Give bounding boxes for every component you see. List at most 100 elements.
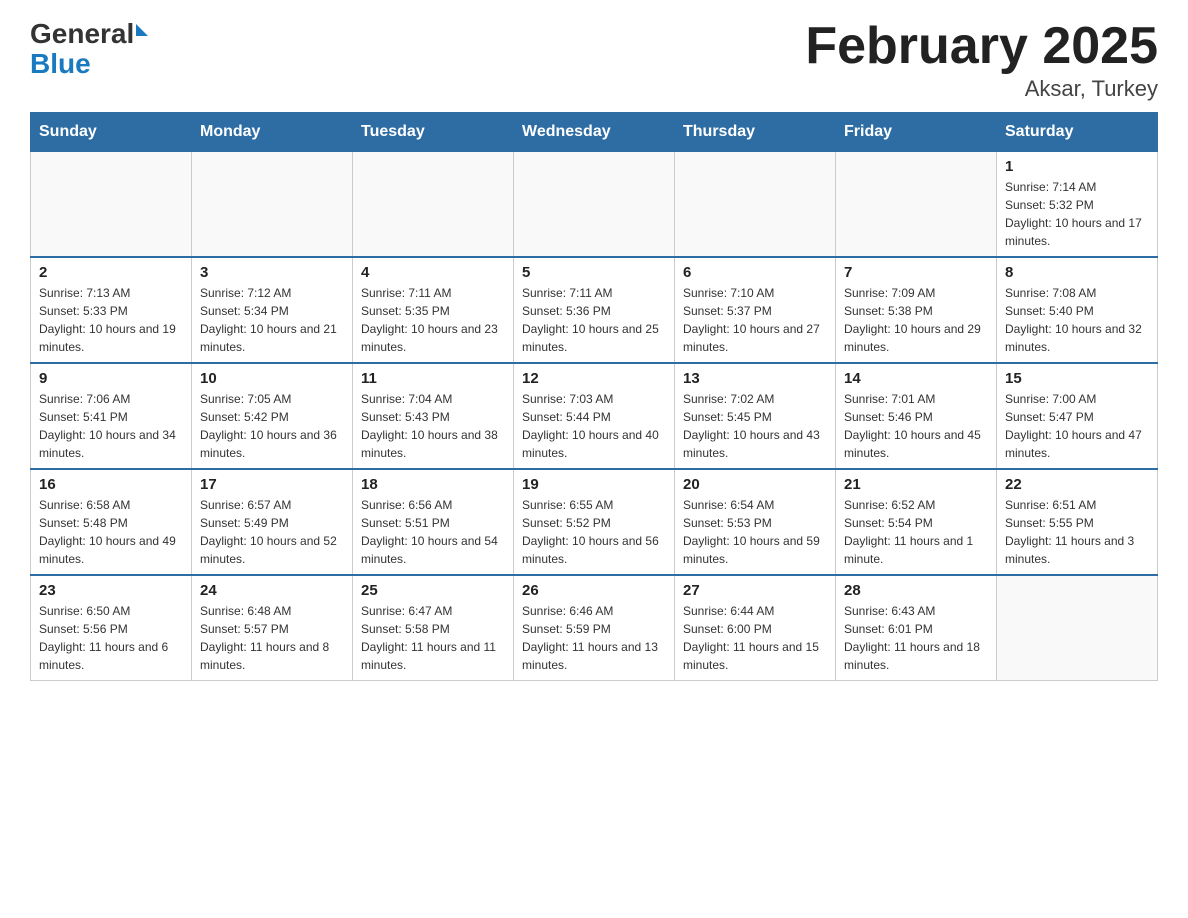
calendar-cell: 19Sunrise: 6:55 AM Sunset: 5:52 PM Dayli… bbox=[514, 469, 675, 575]
calendar-week-row: 16 Sunrise: 6:58 AM Sunset: 5:48 PM Dayli… bbox=[31, 469, 1158, 575]
calendar-cell: 11 Sunrise: 7:04 AM Sunset: 5:43 PM Dayli… bbox=[353, 363, 514, 469]
calendar-cell: 14 Sunrise: 7:01 AM Sunset: 5:46 PM Dayli… bbox=[836, 363, 997, 469]
weekday-header-tuesday: Tuesday bbox=[353, 113, 514, 152]
calendar-cell: 6 Sunrise: 7:10 AM Sunset: 5:37 PM Daylig… bbox=[675, 257, 836, 363]
logo-general-text: General bbox=[30, 20, 134, 48]
day-info: Sunrise: 6:44 AM Sunset: 6:00 PM Dayligh… bbox=[683, 602, 827, 674]
calendar-cell: 18Sunrise: 6:56 AM Sunset: 5:51 PM Dayli… bbox=[353, 469, 514, 575]
day-info: Sunrise: 7:00 AM Sunset: 5:47 PM Dayligh… bbox=[1005, 390, 1149, 462]
calendar-week-row: 9 Sunrise: 7:06 AM Sunset: 5:41 PM Daylig… bbox=[31, 363, 1158, 469]
day-number: 17 bbox=[200, 476, 344, 493]
location-label: Aksar, Turkey bbox=[805, 76, 1158, 102]
calendar-cell: 13Sunrise: 7:02 AM Sunset: 5:45 PM Dayli… bbox=[675, 363, 836, 469]
logo-blue-text: Blue bbox=[30, 50, 148, 78]
calendar-cell: 4 Sunrise: 7:11 AM Sunset: 5:35 PM Daylig… bbox=[353, 257, 514, 363]
weekday-header-friday: Friday bbox=[836, 113, 997, 152]
day-number: 18 bbox=[361, 476, 505, 493]
day-number: 20 bbox=[683, 476, 827, 493]
day-info: Sunrise: 7:13 AM Sunset: 5:33 PM Dayligh… bbox=[39, 284, 183, 356]
calendar-cell: 5 Sunrise: 7:11 AM Sunset: 5:36 PM Daylig… bbox=[514, 257, 675, 363]
day-number: 10 bbox=[200, 370, 344, 387]
day-number: 2 bbox=[39, 264, 183, 281]
day-number: 22 bbox=[1005, 476, 1149, 493]
day-number: 14 bbox=[844, 370, 988, 387]
calendar-week-row: 2 Sunrise: 7:13 AM Sunset: 5:33 PM Daylig… bbox=[31, 257, 1158, 363]
calendar-cell: 21 Sunrise: 6:52 AM Sunset: 5:54 PM Dayli… bbox=[836, 469, 997, 575]
calendar-cell: 24 Sunrise: 6:48 AM Sunset: 5:57 PM Dayli… bbox=[192, 575, 353, 681]
calendar-cell: 7 Sunrise: 7:09 AM Sunset: 5:38 PM Daylig… bbox=[836, 257, 997, 363]
title-area: February 2025 Aksar, Turkey bbox=[805, 20, 1158, 102]
calendar-cell: 26Sunrise: 6:46 AM Sunset: 5:59 PM Dayli… bbox=[514, 575, 675, 681]
calendar-cell: 1 Sunrise: 7:14 AM Sunset: 5:32 PM Daylig… bbox=[997, 152, 1158, 258]
day-info: Sunrise: 6:58 AM Sunset: 5:48 PM Dayligh… bbox=[39, 496, 183, 568]
calendar-cell: 27 Sunrise: 6:44 AM Sunset: 6:00 PM Dayli… bbox=[675, 575, 836, 681]
day-number: 9 bbox=[39, 370, 183, 387]
day-info: Sunrise: 6:47 AM Sunset: 5:58 PM Dayligh… bbox=[361, 602, 505, 674]
weekday-header-wednesday: Wednesday bbox=[514, 113, 675, 152]
day-info: Sunrise: 7:05 AM Sunset: 5:42 PM Dayligh… bbox=[200, 390, 344, 462]
day-number: 16 bbox=[39, 476, 183, 493]
calendar-cell: 12 Sunrise: 7:03 AM Sunset: 5:44 PM Dayli… bbox=[514, 363, 675, 469]
calendar-cell bbox=[353, 152, 514, 258]
calendar-cell: 20 Sunrise: 6:54 AM Sunset: 5:53 PM Dayli… bbox=[675, 469, 836, 575]
day-info: Sunrise: 6:52 AM Sunset: 5:54 PM Dayligh… bbox=[844, 496, 988, 568]
calendar-cell: 9 Sunrise: 7:06 AM Sunset: 5:41 PM Daylig… bbox=[31, 363, 192, 469]
calendar-cell: 25 Sunrise: 6:47 AM Sunset: 5:58 PM Dayli… bbox=[353, 575, 514, 681]
day-info: Sunrise: 7:14 AM Sunset: 5:32 PM Dayligh… bbox=[1005, 178, 1149, 250]
day-number: 21 bbox=[844, 476, 988, 493]
day-info: Sunrise: 7:06 AM Sunset: 5:41 PM Dayligh… bbox=[39, 390, 183, 462]
day-info: Sunrise: 7:11 AM Sunset: 5:36 PM Dayligh… bbox=[522, 284, 666, 356]
weekday-header-saturday: Saturday bbox=[997, 113, 1158, 152]
day-number: 1 bbox=[1005, 158, 1149, 175]
calendar-cell: 16 Sunrise: 6:58 AM Sunset: 5:48 PM Dayli… bbox=[31, 469, 192, 575]
day-number: 15 bbox=[1005, 370, 1149, 387]
calendar-week-row: 1 Sunrise: 7:14 AM Sunset: 5:32 PM Daylig… bbox=[31, 152, 1158, 258]
day-number: 25 bbox=[361, 582, 505, 599]
day-info: Sunrise: 6:50 AM Sunset: 5:56 PM Dayligh… bbox=[39, 602, 183, 674]
day-info: Sunrise: 7:12 AM Sunset: 5:34 PM Dayligh… bbox=[200, 284, 344, 356]
month-title: February 2025 bbox=[805, 20, 1158, 72]
day-info: Sunrise: 6:46 AM Sunset: 5:59 PM Dayligh… bbox=[522, 602, 666, 674]
day-info: Sunrise: 6:43 AM Sunset: 6:01 PM Dayligh… bbox=[844, 602, 988, 674]
logo: General Blue bbox=[30, 20, 148, 78]
calendar-cell: 23 Sunrise: 6:50 AM Sunset: 5:56 PM Dayli… bbox=[31, 575, 192, 681]
day-info: Sunrise: 7:09 AM Sunset: 5:38 PM Dayligh… bbox=[844, 284, 988, 356]
calendar-cell: 2 Sunrise: 7:13 AM Sunset: 5:33 PM Daylig… bbox=[31, 257, 192, 363]
day-number: 23 bbox=[39, 582, 183, 599]
calendar-cell bbox=[675, 152, 836, 258]
day-info: Sunrise: 7:03 AM Sunset: 5:44 PM Dayligh… bbox=[522, 390, 666, 462]
day-number: 8 bbox=[1005, 264, 1149, 281]
day-info: Sunrise: 7:11 AM Sunset: 5:35 PM Dayligh… bbox=[361, 284, 505, 356]
day-info: Sunrise: 6:57 AM Sunset: 5:49 PM Dayligh… bbox=[200, 496, 344, 568]
day-number: 11 bbox=[361, 370, 505, 387]
weekday-header-thursday: Thursday bbox=[675, 113, 836, 152]
day-number: 27 bbox=[683, 582, 827, 599]
day-info: Sunrise: 7:10 AM Sunset: 5:37 PM Dayligh… bbox=[683, 284, 827, 356]
day-number: 24 bbox=[200, 582, 344, 599]
day-number: 4 bbox=[361, 264, 505, 281]
page-header: General Blue February 2025 Aksar, Turkey bbox=[30, 20, 1158, 102]
calendar-cell: 17 Sunrise: 6:57 AM Sunset: 5:49 PM Dayli… bbox=[192, 469, 353, 575]
day-info: Sunrise: 7:04 AM Sunset: 5:43 PM Dayligh… bbox=[361, 390, 505, 462]
calendar-cell: 28Sunrise: 6:43 AM Sunset: 6:01 PM Dayli… bbox=[836, 575, 997, 681]
day-info: Sunrise: 7:02 AM Sunset: 5:45 PM Dayligh… bbox=[683, 390, 827, 462]
calendar-cell bbox=[192, 152, 353, 258]
day-number: 6 bbox=[683, 264, 827, 281]
day-info: Sunrise: 6:51 AM Sunset: 5:55 PM Dayligh… bbox=[1005, 496, 1149, 568]
day-number: 7 bbox=[844, 264, 988, 281]
day-info: Sunrise: 6:48 AM Sunset: 5:57 PM Dayligh… bbox=[200, 602, 344, 674]
calendar-cell bbox=[836, 152, 997, 258]
day-number: 12 bbox=[522, 370, 666, 387]
logo-triangle-icon bbox=[136, 24, 148, 36]
calendar-table: SundayMondayTuesdayWednesdayThursdayFrid… bbox=[30, 112, 1158, 681]
weekday-header-monday: Monday bbox=[192, 113, 353, 152]
day-info: Sunrise: 6:54 AM Sunset: 5:53 PM Dayligh… bbox=[683, 496, 827, 568]
calendar-cell: 3Sunrise: 7:12 AM Sunset: 5:34 PM Daylig… bbox=[192, 257, 353, 363]
day-number: 5 bbox=[522, 264, 666, 281]
calendar-cell: 10 Sunrise: 7:05 AM Sunset: 5:42 PM Dayli… bbox=[192, 363, 353, 469]
calendar-cell bbox=[997, 575, 1158, 681]
calendar-cell bbox=[514, 152, 675, 258]
weekday-header-sunday: Sunday bbox=[31, 113, 192, 152]
day-info: Sunrise: 7:01 AM Sunset: 5:46 PM Dayligh… bbox=[844, 390, 988, 462]
calendar-week-row: 23 Sunrise: 6:50 AM Sunset: 5:56 PM Dayli… bbox=[31, 575, 1158, 681]
